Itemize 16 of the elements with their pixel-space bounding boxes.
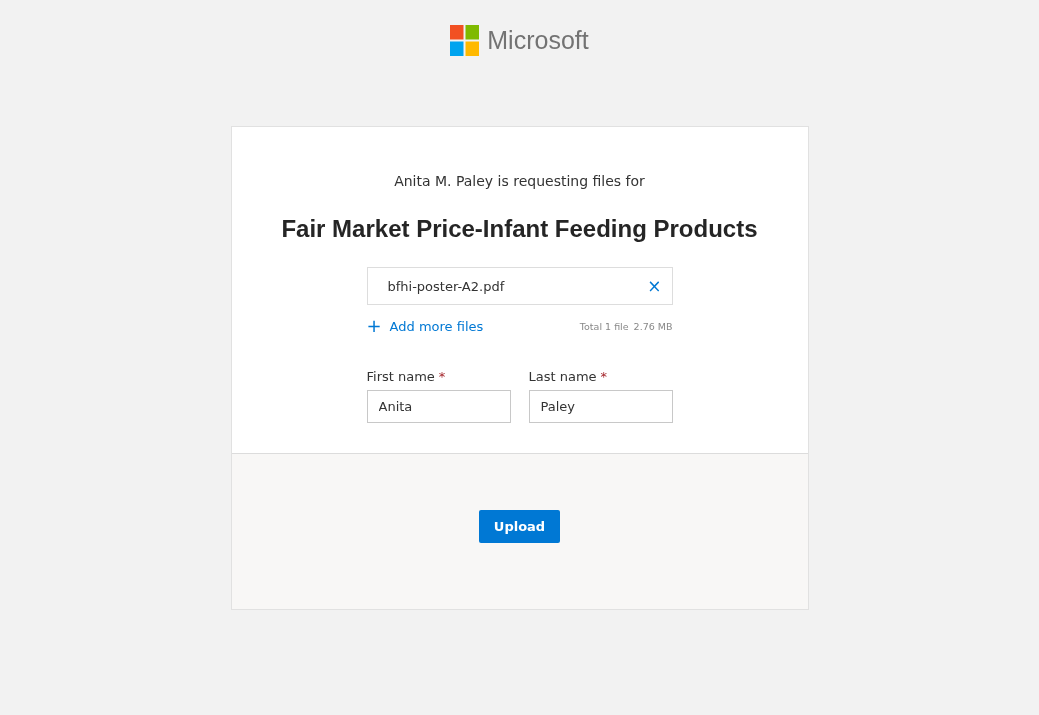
required-mark: * (600, 369, 608, 384)
required-mark: * (438, 369, 446, 384)
field-label: Last name (528, 369, 597, 384)
name-field[interactable]: Paley (528, 390, 673, 423)
remove-file-button[interactable]: × (647, 276, 662, 296)
upload-button[interactable]: Upload (479, 510, 560, 543)
logo-text: Microsoft (487, 26, 589, 55)
request-title: Fair Market Price-Infant Feeding Products (281, 215, 758, 243)
field-label: First name (366, 369, 435, 384)
file-size: 2.76 MB (633, 320, 673, 332)
file-count: Total 1 file (579, 320, 629, 332)
add-files-link[interactable]: + Add more files (366, 317, 484, 335)
request-intro: Anita M. Paley is requesting files for (394, 173, 645, 189)
file-name: bfhi-poster-A2.pdf (387, 278, 505, 294)
name-field[interactable]: Anita (366, 390, 511, 423)
logo-icon (450, 25, 480, 56)
